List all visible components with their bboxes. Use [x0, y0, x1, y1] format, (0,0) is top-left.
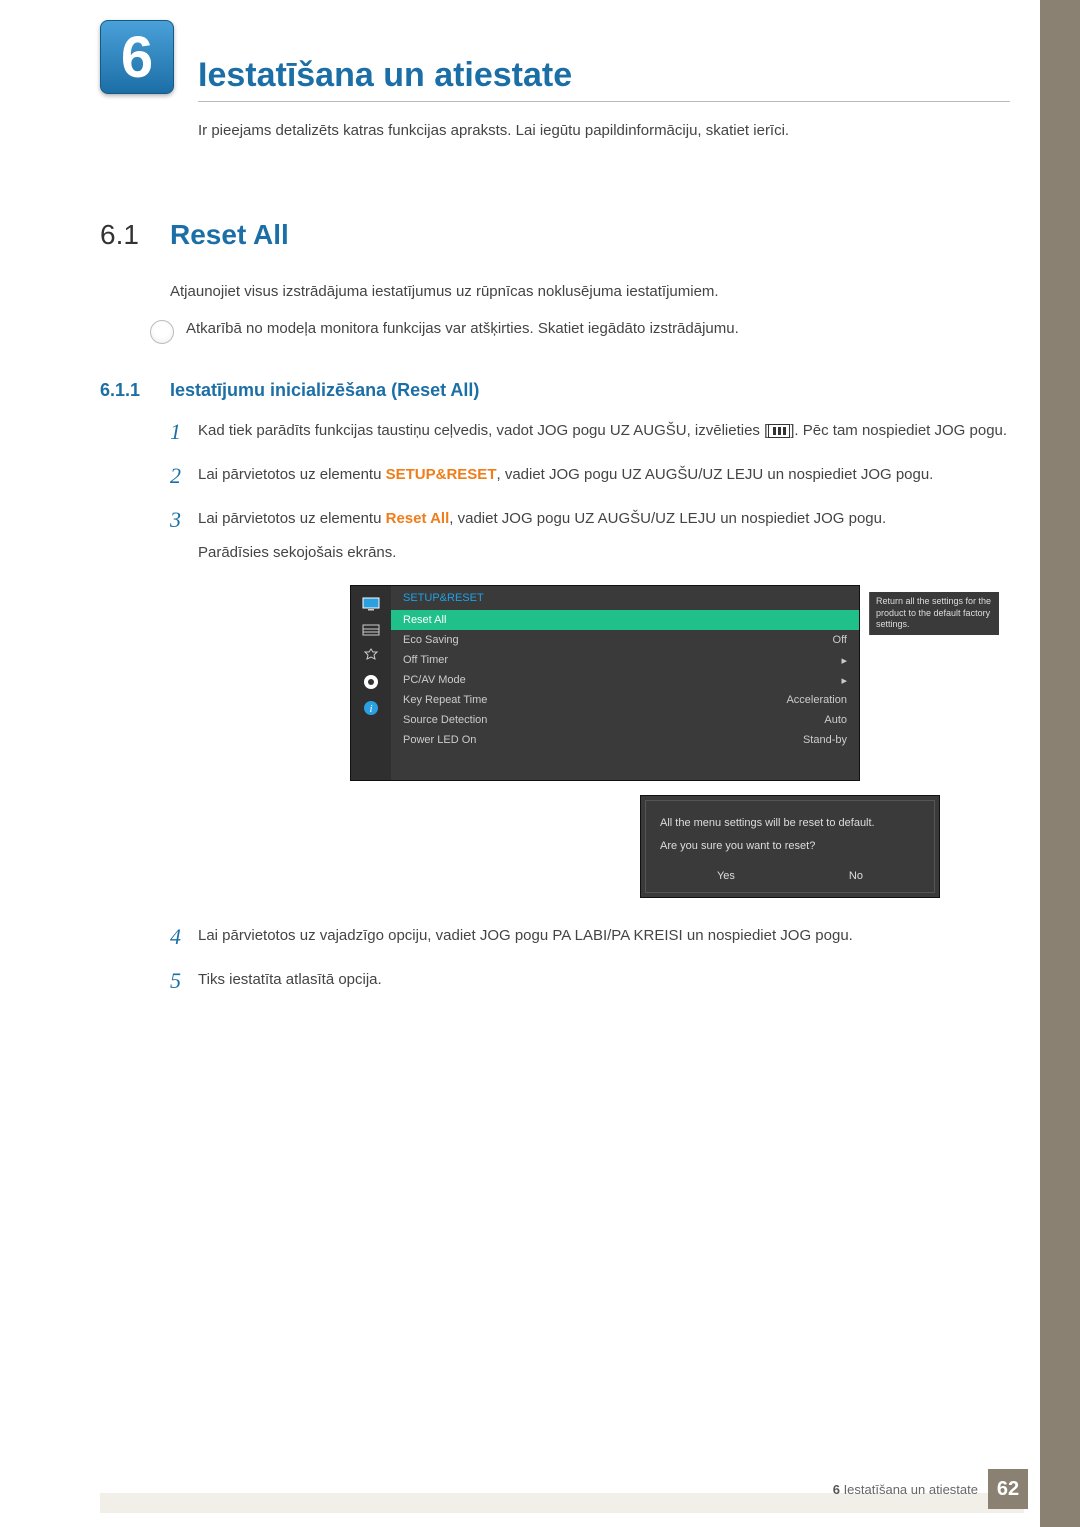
page-content: 6 Iestatīšana un atiestate Ir pieejams d… [0, 0, 1080, 994]
page-number: 62 [988, 1469, 1028, 1509]
osd-value: Auto [824, 714, 847, 726]
osd-value: Stand-by [803, 734, 847, 746]
confirm-dialog: All the menu settings will be reset to d… [640, 795, 940, 898]
osd-value: ▸ [841, 654, 847, 667]
settings-icon [361, 674, 381, 690]
note-row: Atkarībā no modeļa monitora funkcijas va… [150, 320, 1010, 344]
subsection-title: Iestatījumu inicializēšana (Reset All) [170, 380, 479, 401]
osd-row-eco-saving: Eco Saving Off [391, 630, 859, 650]
step-4: 4 Lai pārvietotos uz vajadzīgo opciju, v… [170, 924, 1010, 950]
dialog-no-button: No [849, 870, 863, 882]
menu-icon [768, 424, 790, 438]
step-text: Lai pārvietotos uz vajadzīgo opciju, vad… [198, 924, 853, 948]
section-number: 6.1 [100, 219, 170, 251]
section-title: Reset All [170, 219, 289, 251]
screen-icon [361, 622, 381, 638]
step-2-text-a: Lai pārvietotos uz elementu [198, 466, 386, 483]
info-icon: i [361, 700, 381, 716]
step-2: 2 Lai pārvietotos uz elementu SETUP&RESE… [170, 463, 1010, 489]
options-icon [361, 648, 381, 664]
footer-text: 6 Iestatīšana un atiestate [833, 1482, 978, 1497]
step-3-bold: Reset All [386, 510, 450, 527]
osd-main-panel: i SETUP&RESET Reset All Eco Saving Off Of… [350, 585, 860, 781]
steps-list: 1 Kad tiek parādīts funkcijas taustiņu c… [170, 419, 1010, 565]
osd-screenshot: i SETUP&RESET Reset All Eco Saving Off Of… [350, 585, 1010, 898]
osd-help-text: Return all the settings for the product … [869, 592, 999, 635]
dialog-yes-button: Yes [717, 870, 735, 882]
step-text: Tiks iestatīta atlasītā opcija. [198, 968, 382, 992]
step-1-text-b: ]. Pēc tam nospiediet JOG pogu. [790, 422, 1007, 439]
osd-row-off-timer: Off Timer ▸ [391, 650, 859, 670]
osd-value: Acceleration [786, 694, 847, 706]
step-text: Kad tiek parādīts funkcijas taustiņu ceļ… [198, 419, 1007, 443]
osd-row-key-repeat: Key Repeat Time Acceleration [391, 690, 859, 710]
step-number: 5 [170, 968, 198, 994]
footer-chapter-title: Iestatīšana un atiestate [844, 1482, 978, 1497]
osd-label: Off Timer [403, 654, 448, 666]
subsection-number: 6.1.1 [100, 380, 170, 401]
dialog-line-2: Are you sure you want to reset? [660, 838, 920, 855]
osd-sidebar: i [351, 586, 391, 780]
osd-label: Power LED On [403, 734, 476, 746]
steps-list-2: 4 Lai pārvietotos uz vajadzīgo opciju, v… [170, 924, 1010, 994]
step-number: 1 [170, 419, 198, 445]
osd-row-pcav-mode: PC/AV Mode ▸ [391, 670, 859, 690]
osd-label: Reset All [403, 614, 446, 626]
step-1-text-a: Kad tiek parādīts funkcijas taustiņu ceļ… [198, 422, 768, 439]
page-footer: 6 Iestatīšana un atiestate 62 [0, 1469, 1040, 1509]
step-3-text-b: , vadiet JOG pogu UZ AUGŠU/UZ LEJU un no… [449, 510, 886, 527]
osd-row-power-led: Power LED On Stand-by [391, 730, 859, 750]
chapter-badge: 6 [100, 20, 174, 94]
note-icon [150, 320, 174, 344]
step-1: 1 Kad tiek parādīts funkcijas taustiņu c… [170, 419, 1010, 445]
step-2-bold: SETUP&RESET [386, 466, 497, 483]
chapter-subtitle: Ir pieejams detalizēts katras funkcijas … [198, 122, 1010, 139]
step-2-text-b: , vadiet JOG pogu UZ AUGŠU/UZ LEJU un no… [496, 466, 933, 483]
osd-label: Key Repeat Time [403, 694, 487, 706]
dialog-inner: All the menu settings will be reset to d… [645, 800, 935, 893]
step-3-text-c: Parādīsies sekojošais ekrāns. [198, 544, 396, 561]
step-text: Lai pārvietotos uz elementu Reset All, v… [198, 507, 886, 565]
footer-chapter-num: 6 [833, 1482, 840, 1497]
osd-label: PC/AV Mode [403, 674, 466, 686]
osd-menu-list: SETUP&RESET Reset All Eco Saving Off Off … [391, 586, 859, 780]
step-5: 5 Tiks iestatīta atlasītā opcija. [170, 968, 1010, 994]
step-3: 3 Lai pārvietotos uz elementu Reset All,… [170, 507, 1010, 565]
dialog-line-1: All the menu settings will be reset to d… [660, 815, 920, 832]
section-heading: 6.1 Reset All [100, 219, 1010, 251]
step-number: 4 [170, 924, 198, 950]
osd-label: Eco Saving [403, 634, 459, 646]
osd-row-reset-all: Reset All [391, 610, 859, 630]
dialog-buttons: Yes No [660, 860, 920, 888]
step-number: 2 [170, 463, 198, 489]
chapter-title: Iestatīšana un atiestate [198, 30, 1010, 102]
note-text: Atkarībā no modeļa monitora funkcijas va… [186, 320, 739, 337]
subsection-heading: 6.1.1 Iestatījumu inicializēšana (Reset … [100, 380, 1010, 401]
right-margin-bar [1040, 0, 1080, 1527]
osd-label: Source Detection [403, 714, 487, 726]
svg-text:i: i [369, 703, 372, 715]
osd-row-source-detection: Source Detection Auto [391, 710, 859, 730]
step-text: Lai pārvietotos uz elementu SETUP&RESET,… [198, 463, 933, 487]
section-paragraph: Atjaunojiet visus izstrādājuma iestatīju… [170, 283, 1010, 300]
osd-value: Off [833, 634, 847, 646]
osd-value: ▸ [841, 674, 847, 687]
osd-menu-header: SETUP&RESET [391, 586, 859, 610]
step-number: 3 [170, 507, 198, 533]
picture-icon [361, 596, 381, 612]
step-3-text-a: Lai pārvietotos uz elementu [198, 510, 386, 527]
